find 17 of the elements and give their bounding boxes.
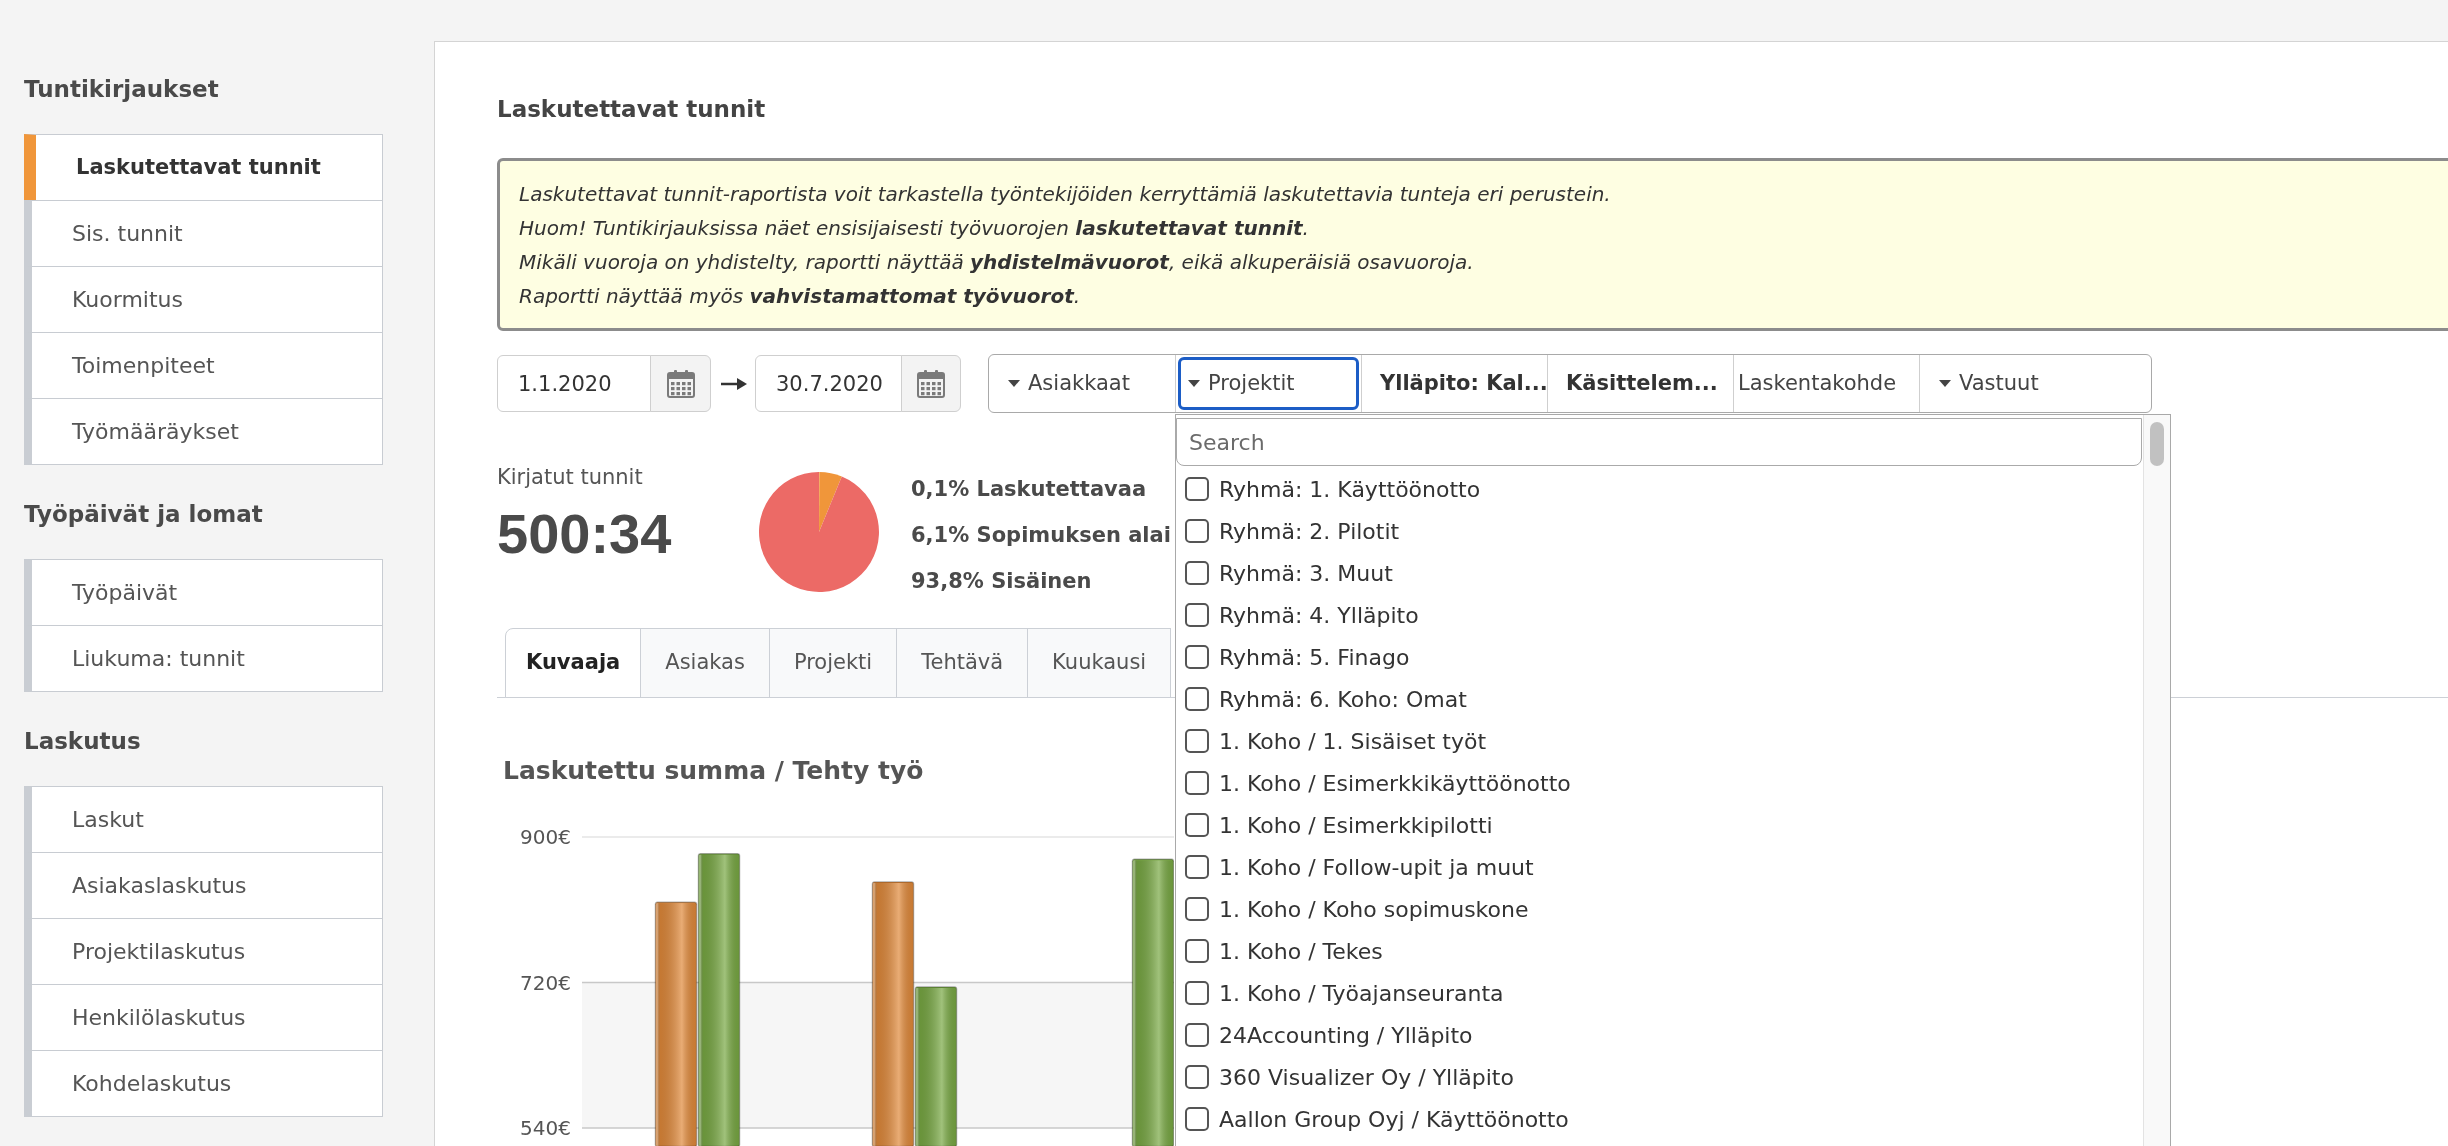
section-heading: Työpäivät ja lomat [24, 500, 263, 529]
page-title: Laskutettavat tunnit [497, 95, 766, 124]
section-heading: Laskutus [24, 727, 141, 756]
info-text: Mikäli vuoroja on yhdistelty, raportti näyttää yhdistelmävuorot, eikä alkuperäisiä osavuoroja. [519, 249, 1474, 276]
info-text: Laskutettavat tunnit-raportista voit tarkastella työntekijöiden kerryttämiä laskutettavia tunteja eri perustein. [519, 181, 1611, 208]
info-text: Huom! Tuntikirjauksissa näet ensisijaisesti työvuorojen laskutettavat tunnit. [519, 215, 1309, 242]
legend-label: 6,1% Sopimuksen alai [911, 522, 1171, 549]
section-heading: Tuntikirjaukset [24, 75, 219, 104]
axis-label: 900€ [520, 825, 571, 849]
legend-label: 93,8% Sisäinen [911, 568, 1092, 595]
axis-label: 720€ [520, 970, 571, 995]
info-text: Raportti näyttää myös vahvistamattomat työvuorot. [519, 283, 1081, 310]
stat-value: 500:34 [497, 506, 672, 562]
chart-title: Laskutettu summa / Tehty työ [503, 756, 924, 786]
axis-label: 540€ [520, 1116, 571, 1140]
legend-label: 0,1% Laskutettavaa [911, 476, 1147, 503]
stat-label: Kirjatut tunnit [497, 464, 643, 491]
